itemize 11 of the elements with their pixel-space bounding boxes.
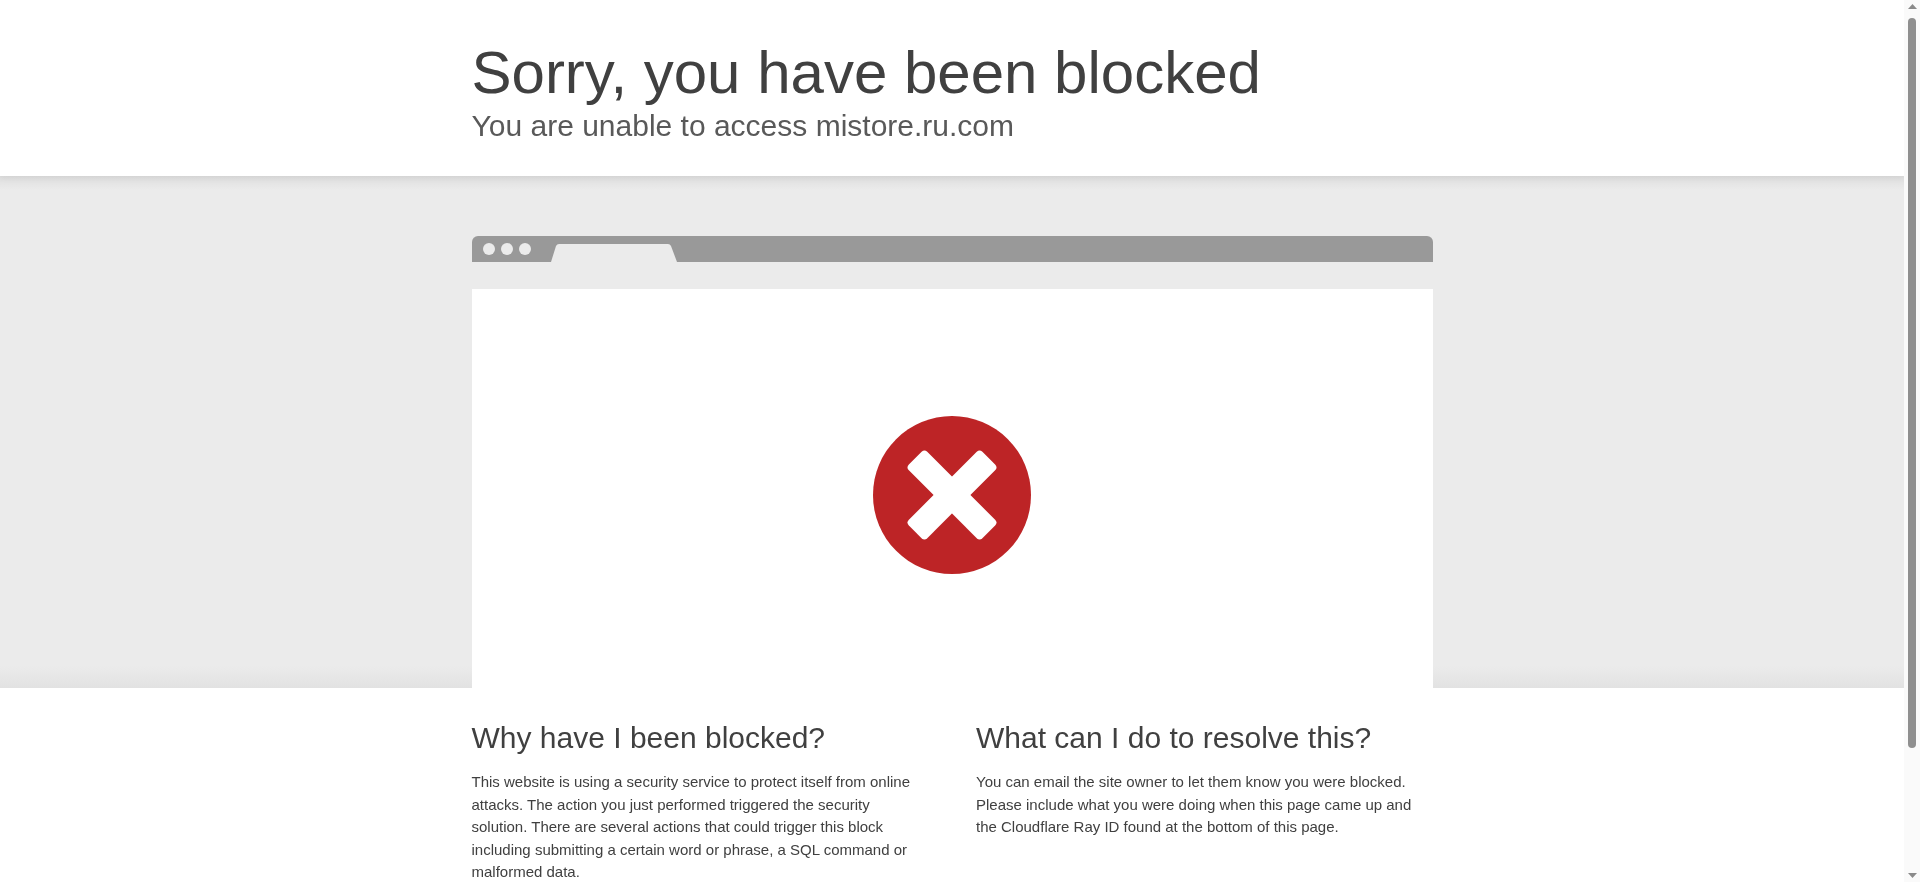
- scrollbar-track[interactable]: [1904, 0, 1920, 882]
- scroll-up-arrow-icon[interactable]: [1907, 4, 1917, 9]
- scrollbar-thumb[interactable]: [1908, 18, 1916, 748]
- section-paragraph: You can email the site owner to let them know you were blocked. Please include what you were doing when this page came up and the Cloudflare Ray ID found at the bottom of this page.: [976, 772, 1413, 837]
- section-paragraph: This website is using a security service to protect itself from online attacks. The action you just performed triggered the security solution. There are several actions that could trigger this block including submitting a certain word or phrase, a SQL command or malformed data.: [471, 772, 911, 882]
- page-title: Sorry, you have been blocked: [471, 43, 1261, 103]
- error-x-circle-icon: [873, 416, 1031, 574]
- section-heading: Why have I been blocked?: [471, 720, 826, 756]
- scroll-down-arrow-icon[interactable]: [1907, 873, 1917, 878]
- page-subtitle: You are unable to access mistore.ru.com: [471, 108, 1014, 144]
- section-heading: What can I do to resolve this?: [976, 720, 1372, 756]
